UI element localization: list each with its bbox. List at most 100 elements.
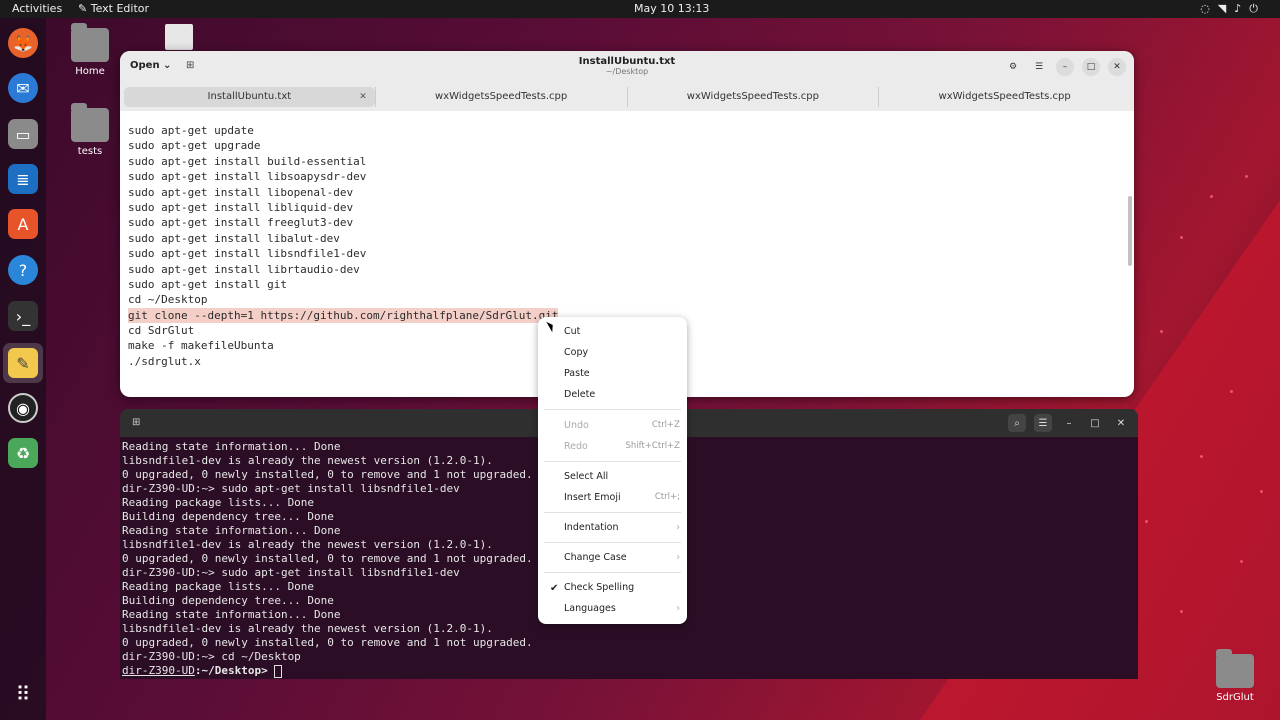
menu-item-change-case[interactable]: Change Case › — [564, 552, 680, 563]
code-line: cd SdrGlut — [128, 324, 195, 338]
menu-icon[interactable]: ☰ — [1034, 414, 1052, 432]
menu-item-delete[interactable]: Delete — [564, 389, 680, 400]
code-line: sudo apt-get install libsndfile1-dev — [128, 247, 367, 261]
code-line: sudo apt-get install libalut-dev — [128, 231, 340, 245]
terminal-line: dir-Z390-UD:~> cd ~/Desktop — [122, 650, 301, 663]
app-center-icon[interactable]: A — [8, 209, 38, 239]
terminal-icon[interactable]: ›_ — [8, 301, 38, 331]
terminal-output[interactable]: Reading state information... Done libsndf… — [122, 440, 533, 678]
maximize-button[interactable]: □ — [1082, 58, 1100, 76]
firefox-icon[interactable]: 🦊 — [8, 28, 38, 58]
system-tray[interactable]: ◌◥♪⏻ — [1200, 2, 1266, 16]
code-line: sudo apt-get install libsoapysdr-dev — [128, 170, 367, 184]
libreoffice-writer-icon[interactable]: ≣ — [8, 164, 38, 194]
menu-accel: Ctrl+; — [654, 492, 680, 502]
tab-bar: InstallUbuntu.txt ✕ wxWidgetsSpeedTests.c… — [120, 83, 1134, 111]
menu-item-indentation[interactable]: Indentation › — [564, 522, 680, 533]
terminal-line: Building dependency tree... Done — [122, 510, 334, 523]
menu-item-copy[interactable]: Copy — [564, 347, 680, 358]
wifi-icon: ◥ — [1217, 2, 1235, 15]
tab-label: wxWidgetsSpeedTests.cpp — [938, 91, 1071, 102]
scrollbar[interactable] — [1128, 196, 1132, 266]
clock[interactable]: May 10 13:13 — [634, 2, 709, 15]
close-tab-icon[interactable]: ✕ — [359, 87, 367, 107]
desktop-home[interactable]: Home — [60, 23, 120, 77]
settings-icon[interactable]: ⚙ — [1004, 58, 1022, 76]
terminal-line: 0 upgraded, 0 newly installed, 0 to remo… — [122, 552, 533, 565]
code-line: sudo apt-get install freeglut3-dev — [128, 216, 354, 230]
help-icon[interactable]: ? — [8, 255, 38, 285]
menu-item-insert-emoji[interactable]: Insert Emoji Ctrl+; — [564, 492, 680, 503]
volume-icon: ♪ — [1234, 2, 1250, 15]
menu-item-cut[interactable]: Cut — [564, 326, 680, 337]
terminal-line: 0 upgraded, 0 newly installed, 0 to remo… — [122, 636, 533, 649]
tab-installubuntu[interactable]: InstallUbuntu.txt ✕ — [124, 87, 375, 107]
code-line: cd ~/Desktop — [128, 293, 208, 307]
terminal-line: Building dependency tree... Done — [122, 594, 334, 607]
text-editor-icon[interactable]: ✎ — [3, 343, 43, 383]
show-apps-icon[interactable]: ⠿ — [8, 679, 38, 709]
menu-label: Select All — [564, 471, 609, 482]
text-view[interactable]: sudo apt-get update sudo apt-get upgrade s… — [128, 123, 559, 369]
files-icon[interactable]: ▭ — [8, 119, 38, 149]
trash-icon[interactable]: ♻ — [8, 438, 38, 468]
menu-item-redo: Redo Shift+Ctrl+Z — [564, 441, 680, 452]
desktop-sdrglut[interactable]: SdrGlut — [1205, 649, 1265, 703]
maximize-button[interactable]: □ — [1086, 414, 1104, 432]
terminal-line: Reading state information... Done — [122, 440, 341, 453]
menu-accel: Ctrl+Z — [651, 420, 680, 430]
code-line: sudo apt-get install build-essential — [128, 154, 367, 168]
menu-item-languages[interactable]: Languages › — [564, 603, 680, 614]
desktop-tests[interactable]: tests — [60, 103, 120, 157]
menu-item-check-spelling[interactable]: Check Spelling — [564, 582, 680, 593]
new-tab-icon[interactable]: ⊞ — [132, 417, 140, 428]
code-line: sudo apt-get upgrade — [128, 139, 261, 153]
tab-label: wxWidgetsSpeedTests.cpp — [686, 91, 819, 102]
menu-label: Check Spelling — [564, 582, 635, 593]
menu-label: Change Case — [564, 552, 627, 563]
app-menu[interactable]: ✎ Text Editor — [78, 2, 149, 15]
code-line: sudo apt-get install librtaudio-dev — [128, 262, 360, 276]
minimize-button[interactable]: – — [1060, 414, 1078, 432]
terminal-line: 0 upgraded, 0 newly installed, 0 to remo… — [122, 468, 533, 481]
document-path: ~/Desktop — [605, 67, 649, 76]
minimize-button[interactable]: – — [1056, 58, 1074, 76]
thunderbird-icon[interactable]: ✉ — [8, 73, 38, 103]
menu-icon[interactable]: ☰ — [1030, 58, 1048, 76]
power-icon: ⏻ — [1249, 2, 1266, 15]
menu-separator — [544, 461, 681, 462]
terminal-line: dir-Z390-UD:~> sudo apt-get install libs… — [122, 482, 460, 495]
tests-folder-icon — [71, 103, 109, 142]
terminal-prompt-line[interactable]: dir-Z390-UD:~/Desktop> — [122, 664, 533, 678]
prompt-path: :~/Desktop> — [194, 664, 275, 677]
close-button[interactable]: ✕ — [1112, 414, 1130, 432]
desktop-file-icon[interactable] — [165, 24, 193, 50]
close-button[interactable]: ✕ — [1108, 58, 1126, 76]
tab-label: InstallUbuntu.txt — [207, 91, 292, 102]
activities-button[interactable]: Activities — [12, 2, 62, 15]
text-editor-small-icon: ✎ — [78, 2, 91, 15]
editor-headerbar: Open ⌄ ⊞ InstallUbuntu.txt ~/Desktop ⚙ ☰… — [120, 51, 1134, 83]
terminal-line: libsndfile1-dev is already the newest ve… — [122, 622, 493, 635]
menu-label: Delete — [564, 389, 596, 400]
sdrglut-folder-icon — [1216, 649, 1254, 688]
tab-wxwidgets-3[interactable]: wxWidgetsSpeedTests.cpp — [878, 87, 1130, 107]
code-line: sudo apt-get install libopenal-dev — [128, 185, 354, 199]
menu-item-select-all[interactable]: Select All — [564, 471, 680, 482]
menu-separator — [544, 409, 681, 410]
code-line: ./sdrglut.x — [128, 354, 201, 368]
checkmark-icon: ✔ — [550, 583, 559, 594]
menu-label: Copy — [564, 347, 589, 358]
tab-wxwidgets-2[interactable]: wxWidgetsSpeedTests.cpp — [626, 87, 879, 107]
obs-icon[interactable]: ◉ — [8, 393, 38, 423]
home-folder-icon — [71, 23, 109, 62]
menu-item-paste[interactable]: Paste — [564, 368, 680, 379]
chevron-right-icon: › — [676, 552, 680, 563]
search-icon[interactable]: ⌕ — [1008, 414, 1026, 432]
terminal-line: Reading package lists... Done — [122, 496, 315, 509]
terminal-line: libsndfile1-dev is already the newest ve… — [122, 538, 493, 551]
terminal-line: libsndfile1-dev is already the newest ve… — [122, 454, 493, 467]
tests-label: tests — [77, 146, 103, 157]
menu-label: Redo — [564, 441, 588, 452]
tab-wxwidgets-1[interactable]: wxWidgetsSpeedTests.cpp — [374, 87, 627, 107]
